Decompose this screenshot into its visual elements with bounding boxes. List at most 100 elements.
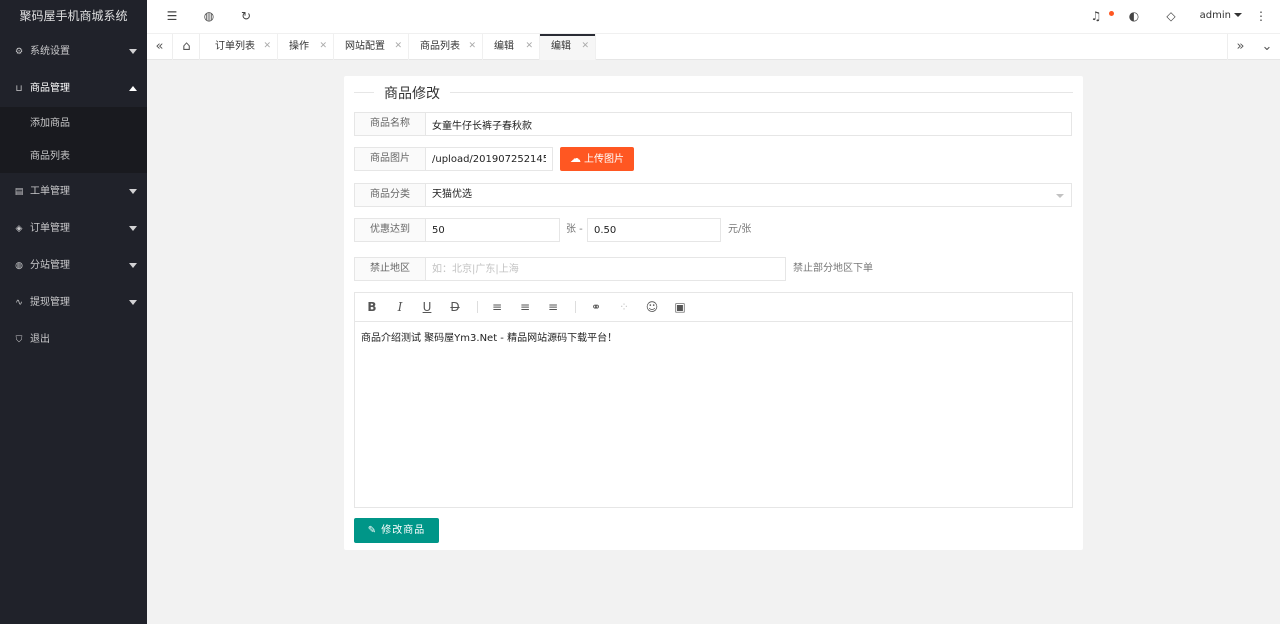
caret-down-icon bbox=[129, 49, 137, 54]
tab-scroll-left-icon[interactable]: « bbox=[147, 34, 173, 60]
app-logo: 聚码屋手机商城系统 bbox=[19, 9, 128, 23]
tab-edit-active[interactable]: 编辑 ✕ bbox=[540, 34, 596, 60]
image-icon[interactable]: ▣ bbox=[672, 299, 688, 315]
sidebar: 聚码屋手机商城系统 ⚙ 系统设置 ⊔ 商品管理 添加商品 商品列表 ▤ 工单管理 ◈ 订… bbox=[0, 0, 147, 624]
link-icon[interactable]: ⚭ bbox=[588, 299, 604, 315]
close-icon[interactable]: ✕ bbox=[263, 34, 271, 59]
tab-label: 编辑 bbox=[494, 41, 514, 52]
layers-icon: ◈ bbox=[15, 224, 23, 234]
close-icon[interactable]: ✕ bbox=[581, 34, 589, 59]
close-icon[interactable]: ✕ bbox=[394, 34, 402, 59]
caret-down-icon bbox=[129, 226, 137, 231]
unlink-icon[interactable]: ⁘ bbox=[616, 299, 632, 315]
discount-unit: 张 - bbox=[566, 224, 583, 235]
caret-down-icon bbox=[129, 300, 137, 305]
strikethrough-icon[interactable]: D bbox=[447, 299, 463, 315]
sidebar-item-logout[interactable]: ⛉ 退出 bbox=[0, 321, 147, 358]
editor-toolbar: B I U D ≡ ≡ ≡ ⚭ ⁘ ☺ ▣ bbox=[355, 293, 1072, 322]
align-right-icon[interactable]: ≡ bbox=[545, 299, 561, 315]
bell-icon[interactable]: ♫ bbox=[1088, 8, 1104, 24]
edit-product-card: 商品修改 商品名称 商品图片 ☁上传图片 商品分类 天猫优选 优惠达到 张 - … bbox=[344, 76, 1083, 550]
discount-label: 优惠达到 bbox=[354, 218, 426, 242]
sidebar-item-label: 分站管理 bbox=[30, 260, 70, 271]
sidebar-item-label: 提现管理 bbox=[30, 297, 70, 308]
tag-icon[interactable]: ◇ bbox=[1163, 8, 1179, 24]
sidebar-item-label: 订单管理 bbox=[30, 223, 70, 234]
toolbar-separator bbox=[575, 301, 576, 313]
sidebar-item-order-management[interactable]: ◈ 订单管理 bbox=[0, 210, 147, 247]
editor-content[interactable]: 商品介绍测试 聚码屋Ym3.Net - 精品网站源码下载平台！ bbox=[355, 322, 1072, 351]
sidebar-item-label: 退出 bbox=[30, 334, 50, 345]
sidebar-item-label: 商品管理 bbox=[30, 83, 70, 94]
chevron-down-icon bbox=[1056, 194, 1064, 198]
notification-dot bbox=[1109, 11, 1114, 16]
close-icon[interactable]: ✕ bbox=[468, 34, 476, 59]
sidebar-item-withdraw-management[interactable]: ∿ 提现管理 bbox=[0, 284, 147, 321]
tab-product-list[interactable]: 商品列表 ✕ bbox=[409, 34, 483, 60]
tab-site-config[interactable]: 网站配置 ✕ bbox=[334, 34, 409, 60]
chevron-down-icon[interactable]: ⌄ bbox=[1254, 34, 1280, 60]
sidebar-item-label: 工单管理 bbox=[30, 186, 70, 197]
close-icon[interactable]: ✕ bbox=[525, 34, 533, 59]
tab-label: 编辑 bbox=[551, 41, 571, 52]
italic-icon[interactable]: I bbox=[392, 299, 408, 315]
gear-icon: ⚙ bbox=[14, 47, 24, 57]
sidebar-item-ticket-management[interactable]: ▤ 工单管理 bbox=[0, 173, 147, 210]
caret-down-icon bbox=[1234, 13, 1242, 17]
align-center-icon[interactable]: ≡ bbox=[517, 299, 533, 315]
sidebar-subitem-product-list[interactable]: 商品列表 bbox=[0, 140, 147, 173]
close-icon[interactable]: ✕ bbox=[319, 34, 327, 59]
sidebar-item-substation-management[interactable]: ◍ 分站管理 bbox=[0, 247, 147, 284]
cart-icon: ⊔ bbox=[15, 84, 23, 94]
price-unit: 元/张 bbox=[728, 224, 752, 235]
discount-price-input[interactable] bbox=[587, 218, 721, 242]
tab-order-list[interactable]: 订单列表 ✕ bbox=[204, 34, 278, 60]
tab-label: 网站配置 bbox=[345, 41, 385, 52]
product-image-label: 商品图片 bbox=[354, 147, 426, 171]
product-name-input[interactable] bbox=[425, 112, 1072, 136]
pencil-icon: ✎ bbox=[367, 525, 382, 536]
emoji-icon[interactable]: ☺ bbox=[644, 299, 660, 315]
tab-scroll-right-icon[interactable]: » bbox=[1227, 34, 1253, 60]
tab-bar: « ⌂ 订单列表 ✕ 操作 ✕ 网站配置 ✕ 商品列表 ✕ 编辑 ✕ 编辑 ✕ » ⌄ bbox=[147, 33, 1280, 60]
username: admin bbox=[1199, 10, 1231, 21]
upload-image-button[interactable]: ☁ 上传图片 bbox=[560, 147, 634, 171]
sidebar-subitem-add-product[interactable]: 添加商品 bbox=[0, 107, 147, 140]
selected-category: 天猫优选 bbox=[432, 189, 472, 200]
top-header: ☰ ◍ ↻ ♫ ◐ ◇ admin ⋮ bbox=[147, 0, 1280, 33]
divider bbox=[354, 92, 376, 93]
tab-label: 操作 bbox=[289, 41, 309, 52]
tab-operation[interactable]: 操作 ✕ bbox=[278, 34, 334, 60]
tab-label: 订单列表 bbox=[215, 41, 255, 52]
sidebar-item-system-settings[interactable]: ⚙ 系统设置 bbox=[0, 33, 147, 70]
pulse-icon: ∿ bbox=[15, 298, 23, 308]
product-name-label: 商品名称 bbox=[354, 112, 426, 136]
sidebar-item-product-management[interactable]: ⊔ 商品管理 bbox=[0, 70, 147, 107]
theme-icon[interactable]: ◐ bbox=[1126, 8, 1142, 24]
tab-edit[interactable]: 编辑 ✕ bbox=[483, 34, 540, 60]
user-menu[interactable]: admin bbox=[1200, 10, 1242, 21]
divider bbox=[442, 92, 1073, 93]
menu-fold-icon[interactable]: ☰ bbox=[164, 8, 180, 24]
upload-button-label: 上传图片 bbox=[584, 154, 624, 165]
more-icon[interactable]: ⋮ bbox=[1253, 8, 1269, 24]
caret-up-icon bbox=[129, 86, 137, 91]
bold-icon[interactable]: B bbox=[364, 299, 380, 315]
cloud-upload-icon: ☁ bbox=[570, 152, 581, 165]
discount-count-input[interactable] bbox=[425, 218, 560, 242]
sidebar-submenu: 添加商品 商品列表 bbox=[0, 107, 147, 173]
submit-button[interactable]: ✎ 修改商品 bbox=[354, 518, 439, 543]
shield-icon: ⛉ bbox=[15, 335, 23, 345]
globe-icon[interactable]: ◍ bbox=[201, 8, 217, 24]
toolbar-separator bbox=[477, 301, 478, 313]
tab-label: 商品列表 bbox=[420, 41, 460, 52]
underline-icon[interactable]: U bbox=[419, 299, 435, 315]
home-icon[interactable]: ⌂ bbox=[174, 34, 200, 60]
product-image-input[interactable] bbox=[425, 147, 553, 171]
refresh-icon[interactable]: ↻ bbox=[238, 8, 254, 24]
forbidden-region-input[interactable] bbox=[425, 257, 786, 281]
product-category-label: 商品分类 bbox=[354, 183, 426, 207]
form-legend: 商品修改 bbox=[354, 82, 1073, 103]
align-left-icon[interactable]: ≡ bbox=[489, 299, 505, 315]
product-category-select[interactable]: 天猫优选 bbox=[425, 183, 1072, 207]
